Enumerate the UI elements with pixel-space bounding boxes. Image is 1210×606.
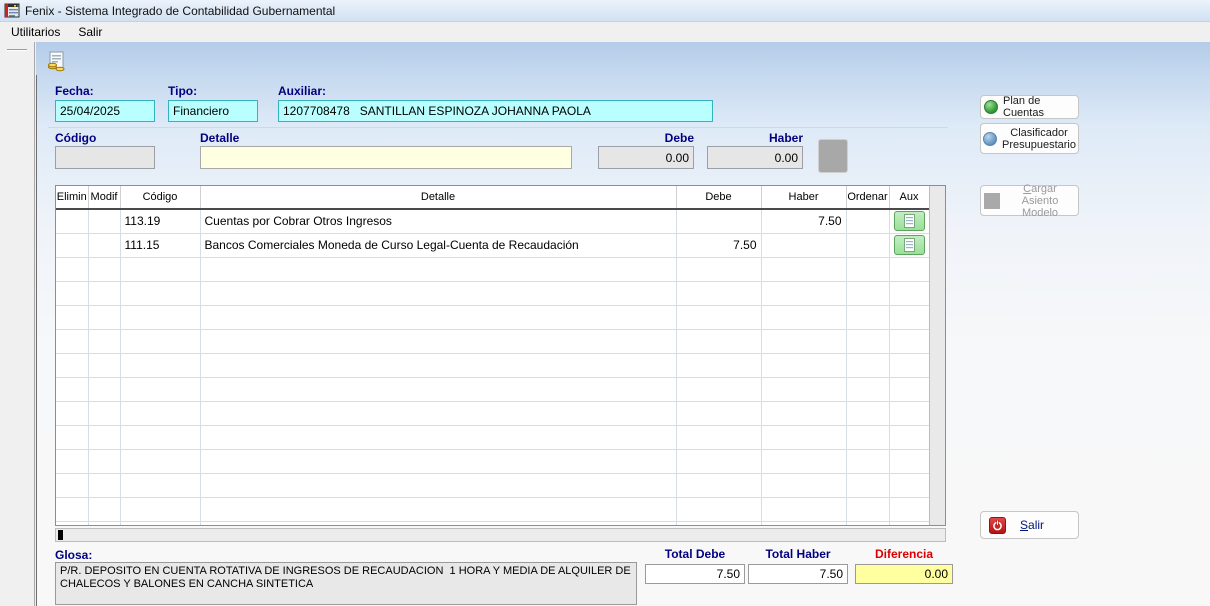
total-haber-value: 7.50 [748,564,848,584]
title-bar: Fenix - Sistema Integrado de Contabilida… [0,0,1210,22]
aux-icon [904,238,915,252]
table-row-empty [56,305,929,329]
table-row-empty [56,425,929,449]
entries-table: Elimin Modif Código Detalle Debe Haber O… [56,186,930,526]
cell-haber [761,233,846,257]
table-row-empty [56,281,929,305]
new-entry-icon[interactable] [46,50,68,75]
table-row-empty [56,473,929,497]
cell-elimin[interactable] [56,233,88,257]
diferencia-label: Diferencia [855,547,953,561]
cell-elimin[interactable] [56,209,88,233]
plan-de-cuentas-button[interactable]: Plan de Cuentas [980,95,1079,119]
cell-detalle: Bancos Comerciales Moneda de Curso Legal… [200,233,676,257]
table-row-empty [56,497,929,521]
header-haber: Haber [761,186,846,209]
left-panel [0,42,35,606]
cell-detalle: Cuentas por Cobrar Otros Ingresos [200,209,676,233]
cell-modif[interactable] [88,209,120,233]
header-aux: Aux [889,186,929,209]
tipo-input[interactable]: Financiero [168,100,258,122]
cell-codigo: 113.19 [120,209,200,233]
table-header-row: Elimin Modif Código Detalle Debe Haber O… [56,186,929,209]
cell-haber: 7.50 [761,209,846,233]
cargar-icon [984,193,1000,209]
table-row-empty [56,257,929,281]
header-ordenar: Ordenar [846,186,889,209]
cell-aux [889,209,929,233]
table-row-empty [56,353,929,377]
app-window: Fenix - Sistema Integrado de Contabilida… [0,0,1210,606]
haber-label: Haber [707,131,803,145]
table-row-empty [56,377,929,401]
cell-ordenar [846,209,889,233]
total-debe-label: Total Debe [645,547,745,561]
table-row: 111.15 Bancos Comerciales Moneda de Curs… [56,233,929,257]
cell-ordenar [846,233,889,257]
diferencia-value: 0.00 [855,564,953,584]
header-codigo: Código [120,186,200,209]
window-title: Fenix - Sistema Integrado de Contabilida… [25,4,335,18]
fecha-input[interactable]: 25/04/2025 [55,100,155,122]
cell-codigo: 111.15 [120,233,200,257]
clasificador-icon [983,132,997,146]
debe-label: Debe [598,131,694,145]
total-haber-label: Total Haber [748,547,848,561]
table-row-empty [56,449,929,473]
header-elimin: Elimin [56,186,88,209]
cell-modif[interactable] [88,233,120,257]
tipo-label: Tipo: [168,84,197,98]
plan-de-cuentas-icon [984,100,998,114]
cell-debe [676,209,761,233]
aux-button[interactable] [894,211,925,231]
header-debe: Debe [676,186,761,209]
menu-utilitarios[interactable]: Utilitarios [2,22,69,42]
add-row-button[interactable] [818,139,848,173]
haber-input[interactable]: 0.00 [707,146,803,169]
grid-vertical-scrollbar[interactable] [929,186,945,525]
codigo-label: Código [55,131,96,145]
cargar-asiento-modelo-button[interactable]: Cargar AsientoModelo [980,185,1079,216]
scrollbar-thumb[interactable] [58,530,63,540]
header-detalle: Detalle [200,186,676,209]
main-panel: Fecha: Tipo: Auxiliar: 25/04/2025 Financ… [36,42,1210,606]
cell-aux [889,233,929,257]
menu-bar: Utilitarios Salir [0,22,1210,42]
glosa-input[interactable]: P/R. DEPOSITO EN CUENTA ROTATIVA DE INGR… [55,562,637,605]
aux-button[interactable] [894,235,925,255]
splitter-handle[interactable] [7,49,27,51]
cell-debe: 7.50 [676,233,761,257]
clasificador-presupuestario-button[interactable]: ClasificadorPresupuestario [980,123,1079,154]
salir-icon [989,517,1006,534]
codigo-input[interactable] [55,146,155,169]
detalle-label: Detalle [200,131,239,145]
header-modif: Modif [88,186,120,209]
entries-grid: Elimin Modif Código Detalle Debe Haber O… [55,185,946,526]
menu-salir[interactable]: Salir [69,22,111,42]
salir-button[interactable]: Salir [980,511,1079,539]
grid-body: 113.19 Cuentas por Cobrar Otros Ingresos… [56,209,929,526]
table-row-empty [56,521,929,526]
aux-icon [904,214,915,228]
grid-horizontal-scrollbar[interactable] [55,528,946,542]
table-row: 113.19 Cuentas por Cobrar Otros Ingresos… [56,209,929,233]
fecha-label: Fecha: [55,84,94,98]
auxiliar-label: Auxiliar: [278,84,326,98]
table-row-empty [56,329,929,353]
section-divider [48,127,948,128]
auxiliar-input[interactable]: 1207708478 SANTILLAN ESPINOZA JOHANNA PA… [278,100,713,122]
glosa-label: Glosa: [55,548,92,562]
debe-input[interactable]: 0.00 [598,146,694,169]
total-debe-value: 7.50 [645,564,745,584]
table-row-empty [56,401,929,425]
detalle-input[interactable] [200,146,572,169]
app-icon [4,3,20,19]
